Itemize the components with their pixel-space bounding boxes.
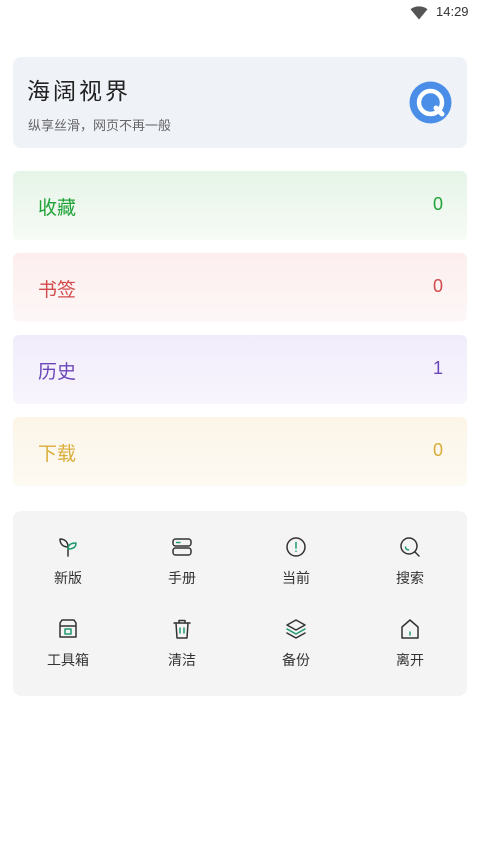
tool-toolbox[interactable]: 工具箱 [18,618,118,680]
downloads-count: 0 [432,440,443,460]
tools-panel: 新版 手册 当前 搜索 工具箱 清洁 备份 离开 [13,511,467,696]
bookmarks-label: 书签 [38,279,77,301]
tool-exit[interactable]: 离开 [360,618,460,680]
tool-toolbox-label: 工具箱 [47,653,89,669]
tool-new-version[interactable]: 新版 [18,536,118,598]
app-logo-icon[interactable] [409,81,452,124]
layers-icon [286,619,306,639]
sprout-icon [59,538,77,557]
tool-current-label: 当前 [282,571,310,587]
tool-backup[interactable]: 备份 [246,618,346,680]
trash-icon [173,619,191,639]
tool-clean[interactable]: 清洁 [132,618,232,680]
tool-search-label: 搜索 [396,571,424,587]
app-subtitle: 纵享丝滑，网页不再一般 [28,119,172,134]
tool-search[interactable]: 搜索 [360,536,460,598]
favorites-card[interactable]: 收藏 0 [13,171,467,240]
history-card[interactable]: 历史 1 [13,335,467,404]
downloads-card[interactable]: 下载 0 [13,417,467,486]
history-label: 历史 [38,361,77,383]
status-bar: 14:29 [0,0,480,26]
tool-backup-label: 备份 [282,653,310,669]
toolbox-icon [59,619,77,638]
downloads-label: 下载 [38,443,77,465]
tool-new-version-label: 新版 [54,571,82,587]
tool-clean-label: 清洁 [168,653,196,669]
app-title: 海阔视界 [27,79,131,105]
favorites-label: 收藏 [38,197,77,219]
manual-icon [172,538,192,556]
app-header-card: 海阔视界 纵享丝滑，网页不再一般 [13,57,467,148]
history-count: 1 [432,358,443,378]
search-icon [400,537,420,557]
status-time: 14:29 [436,4,469,19]
favorites-count: 0 [432,194,443,214]
tool-manual[interactable]: 手册 [132,536,232,598]
wifi-icon [410,6,428,20]
tool-current[interactable]: 当前 [246,536,346,598]
bookmarks-count: 0 [432,276,443,296]
tool-manual-label: 手册 [168,571,196,587]
tool-exit-label: 离开 [396,653,424,669]
bookmarks-card[interactable]: 书签 0 [13,253,467,322]
info-circle-icon [286,537,306,557]
home-icon [401,619,419,639]
